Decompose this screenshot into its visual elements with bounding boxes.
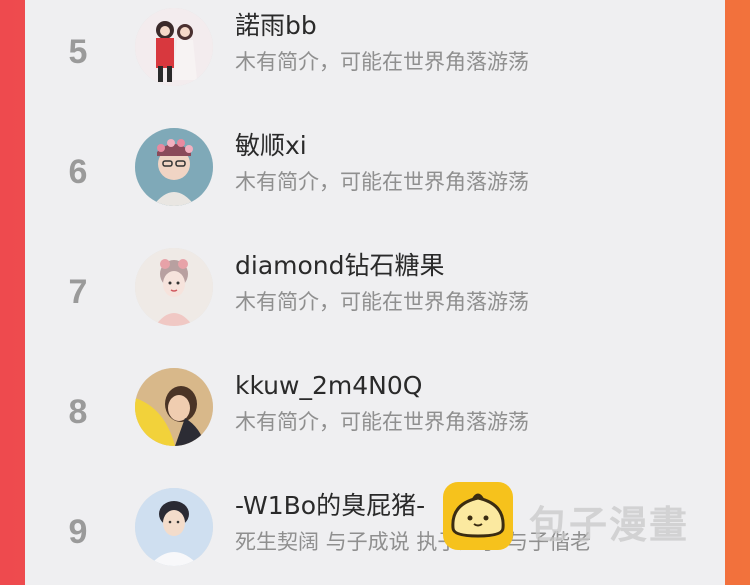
list-item[interactable]: 6 敏顺xi 木有简介，可能在世界角落游荡 xyxy=(25,120,725,240)
list-item[interactable]: 7 diamond钻石糖果 木有简介，可能在世界角落游荡 xyxy=(25,240,725,360)
list-item[interactable]: 8 kkuw_2m4N0Q 木有简介，可能在世界角落游荡 xyxy=(25,360,725,480)
user-name[interactable]: 敏顺xi xyxy=(235,130,307,162)
avatar[interactable] xyxy=(135,128,213,206)
user-bio: 木有简介，可能在世界角落游荡 xyxy=(235,50,529,74)
rank-number: 7 xyxy=(68,273,88,311)
rank-number: 6 xyxy=(68,153,88,191)
avatar-boy-photo-icon xyxy=(135,488,213,566)
avatar-girl-yellow-icon xyxy=(135,368,213,446)
avatar[interactable] xyxy=(135,8,213,86)
list-item[interactable]: 5 諾雨bb 木有简介，可能在世界角落游荡 xyxy=(25,0,725,120)
avatar[interactable] xyxy=(135,368,213,446)
rank-number: 9 xyxy=(68,513,88,551)
watermark-text: 包子漫畫 xyxy=(529,503,690,547)
watermark: 包子漫畫 xyxy=(443,482,733,552)
user-bio: 木有简介，可能在世界角落游荡 xyxy=(235,290,529,314)
avatar-couple-illustration-icon xyxy=(135,8,213,86)
user-name[interactable]: kkuw_2m4N0Q xyxy=(235,370,422,402)
baozi-logo-icon xyxy=(443,482,513,550)
avatar[interactable] xyxy=(135,488,213,566)
avatar-girl-illustration-icon xyxy=(135,248,213,326)
rank-number: 5 xyxy=(68,33,88,71)
avatar-boy-flower-crown-icon xyxy=(135,128,213,206)
user-name[interactable]: 諾雨bb xyxy=(235,10,317,42)
user-name[interactable]: diamond钻石糖果 xyxy=(235,250,445,282)
user-bio: 木有简介，可能在世界角落游荡 xyxy=(235,410,529,434)
user-name[interactable]: -W1Bo的臭屁猪- xyxy=(235,490,425,522)
avatar[interactable] xyxy=(135,248,213,326)
rank-number: 8 xyxy=(68,393,88,431)
user-bio: 木有简介，可能在世界角落游荡 xyxy=(235,170,529,194)
